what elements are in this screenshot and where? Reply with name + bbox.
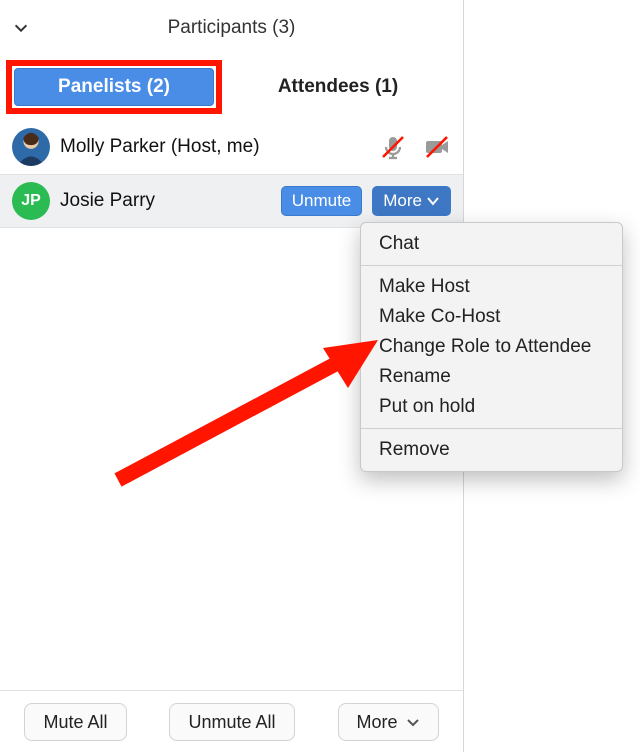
- unmute-button[interactable]: Unmute: [281, 186, 363, 216]
- annotation-highlight-box: Panelists (2): [6, 60, 222, 114]
- chevron-down-icon: [426, 194, 440, 208]
- chevron-down-icon: [406, 715, 420, 729]
- unmute-label: Unmute: [292, 187, 352, 215]
- tab-attendees[interactable]: Attendees (1): [228, 68, 448, 106]
- participant-name: Molly Parker (Host, me): [60, 136, 260, 158]
- mute-all-button[interactable]: Mute All: [24, 703, 126, 741]
- participant-row[interactable]: Molly Parker (Host, me): [0, 120, 463, 174]
- panel-footer: Mute All Unmute All More: [0, 690, 463, 752]
- participant-name: Josie Parry: [60, 190, 155, 212]
- menu-divider: [361, 428, 622, 429]
- menu-item-make-host[interactable]: Make Host: [361, 272, 622, 302]
- panel-header: Participants (3): [0, 0, 463, 56]
- participant-row[interactable]: JP Josie Parry Unmute More: [0, 174, 463, 228]
- menu-item-rename[interactable]: Rename: [361, 362, 622, 392]
- more-label: More: [383, 187, 422, 215]
- mic-muted-icon: [379, 133, 407, 161]
- tabs-row: Panelists (2) Attendees (1): [0, 56, 463, 120]
- menu-item-change-role[interactable]: Change Role to Attendee: [361, 332, 622, 362]
- menu-divider: [361, 265, 622, 266]
- menu-item-remove[interactable]: Remove: [361, 435, 622, 465]
- menu-item-make-cohost[interactable]: Make Co-Host: [361, 302, 622, 332]
- camera-off-icon: [423, 133, 451, 161]
- menu-item-put-on-hold[interactable]: Put on hold: [361, 392, 622, 422]
- panel-title: Participants (3): [30, 17, 433, 39]
- unmute-all-button[interactable]: Unmute All: [169, 703, 294, 741]
- tab-panelists[interactable]: Panelists (2): [14, 68, 214, 106]
- more-button[interactable]: More: [372, 186, 451, 216]
- footer-more-button[interactable]: More: [338, 703, 439, 741]
- collapse-chevron-icon[interactable]: [12, 19, 30, 37]
- avatar: JP: [12, 182, 50, 220]
- more-dropdown-menu: Chat Make Host Make Co-Host Change Role …: [360, 222, 623, 472]
- avatar: [12, 128, 50, 166]
- menu-item-chat[interactable]: Chat: [361, 229, 622, 259]
